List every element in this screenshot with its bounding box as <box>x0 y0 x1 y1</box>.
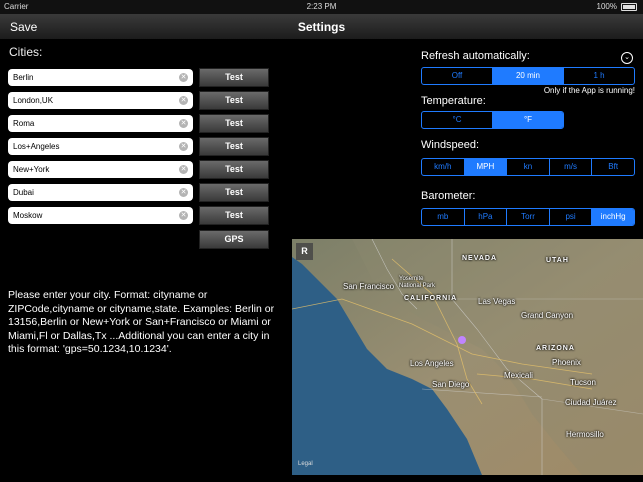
map-label-san-diego: San Diego <box>432 380 470 389</box>
city-row: Los+Angeles ✕ Test <box>8 137 270 156</box>
city-row: Roma ✕ Test <box>8 114 270 133</box>
windspeed-option[interactable]: MPH <box>464 159 508 175</box>
windspeed-option[interactable]: kn <box>507 159 550 175</box>
city-field-7[interactable]: Moskow ✕ <box>8 207 193 224</box>
location-pin[interactable] <box>458 336 466 344</box>
nav-bar: Save Settings <box>0 14 643 40</box>
clear-icon[interactable]: ✕ <box>179 96 188 105</box>
map-label-grand-canyon: Grand Canyon <box>521 311 574 320</box>
test-button-2[interactable]: Test <box>199 91 269 110</box>
city-field-4[interactable]: Los+Angeles ✕ <box>8 138 193 155</box>
clear-icon[interactable]: ✕ <box>179 119 188 128</box>
windspeed-label: Windspeed: <box>421 139 480 151</box>
city-field-5[interactable]: New+York ✕ <box>8 161 193 178</box>
help-text: Please enter your city. Format: cityname… <box>8 289 275 355</box>
map-terrain <box>292 239 643 475</box>
city-row: New+York ✕ Test <box>8 160 270 179</box>
temperature-option[interactable]: °F <box>493 112 563 128</box>
refresh-note: Only if the App is running! <box>543 86 635 95</box>
test-button-3[interactable]: Test <box>199 114 269 133</box>
clear-icon[interactable]: ✕ <box>179 142 188 151</box>
map-label-mexicali: Mexicali <box>504 371 533 380</box>
refresh-segmented-control: Off 20 min 1 h <box>421 67 635 85</box>
map-label-los-angeles: Los Angeles <box>410 359 454 368</box>
test-button-4[interactable]: Test <box>199 137 269 156</box>
map-label-phoenix: Phoenix <box>552 358 581 367</box>
city-field-2[interactable]: London,UK ✕ <box>8 92 193 109</box>
map-label-utah: UTAH <box>546 257 569 264</box>
city-row: Moskow ✕ Test <box>8 206 270 225</box>
map-label-arizona: ARIZONA <box>536 345 575 352</box>
temperature-label: Temperature: <box>421 95 486 107</box>
clear-icon[interactable]: ✕ <box>179 165 188 174</box>
reload-map-button[interactable]: R <box>296 243 313 260</box>
test-button-5[interactable]: Test <box>199 160 269 179</box>
map-label-las-vegas: Las Vegas <box>478 297 516 306</box>
city-field-6[interactable]: Dubai ✕ <box>8 184 193 201</box>
test-button-7[interactable]: Test <box>199 206 269 225</box>
windspeed-segmented-control: km/h MPH kn m/s Bft <box>421 158 635 176</box>
gps-button[interactable]: GPS <box>199 230 269 249</box>
clear-icon[interactable]: ✕ <box>179 73 188 82</box>
barometer-option[interactable]: inchHg <box>592 209 634 225</box>
map-label-ciudad-juarez: Ciudad Juárez <box>565 398 617 407</box>
barometer-label: Barometer: <box>421 190 476 202</box>
map-label-nevada: NEVADA <box>462 255 498 262</box>
temperature-segmented-control: °C °F <box>421 111 564 129</box>
windspeed-option[interactable]: km/h <box>422 159 465 175</box>
windspeed-option[interactable]: m/s <box>550 159 593 175</box>
cities-label: Cities: <box>9 45 43 59</box>
barometer-segmented-control: mb hPa Torr psi inchHg <box>421 208 635 226</box>
legal-link[interactable]: Legal <box>298 461 313 467</box>
temperature-option[interactable]: °C <box>422 112 493 128</box>
refresh-option[interactable]: 20 min <box>493 68 564 84</box>
refresh-option[interactable]: Off <box>422 68 493 84</box>
map-label-tucson: Tucson <box>570 378 596 387</box>
clear-icon[interactable]: ✕ <box>179 211 188 220</box>
city-field-1[interactable]: Berlin ✕ <box>8 69 193 86</box>
status-bar: Carrier 2:23 PM 100% <box>0 0 643 14</box>
refresh-label: Refresh automatically: <box>421 50 530 62</box>
clear-icon[interactable]: ✕ <box>179 188 188 197</box>
test-button-6[interactable]: Test <box>199 183 269 202</box>
map-label-california: CALIFORNIA <box>404 295 458 302</box>
barometer-option[interactable]: Torr <box>507 209 550 225</box>
barometer-option[interactable]: mb <box>422 209 465 225</box>
city-row: Berlin ✕ Test <box>8 68 270 87</box>
city-field-3[interactable]: Roma ✕ <box>8 115 193 132</box>
barometer-option[interactable]: hPa <box>465 209 508 225</box>
map-label-hermosillo: Hermosillo <box>566 430 604 439</box>
page-title: Settings <box>297 20 346 34</box>
barometer-option[interactable]: psi <box>550 209 593 225</box>
city-row: London,UK ✕ Test <box>8 91 270 110</box>
battery-percent: 100% <box>596 2 617 11</box>
battery-icon <box>621 3 637 11</box>
chevron-down-icon[interactable]: ⌄ <box>621 52 633 64</box>
windspeed-option[interactable]: Bft <box>592 159 634 175</box>
map-view[interactable]: R NEVADA UTAH CALIFORNIA ARIZONA San Fra… <box>292 239 643 475</box>
test-button-1[interactable]: Test <box>199 68 269 87</box>
clock: 2:23 PM <box>306 2 337 11</box>
map-label-yosemite: Yosemite National Park <box>399 276 436 289</box>
map-label-san-francisco: San Francisco <box>343 282 395 291</box>
city-row: Dubai ✕ Test <box>8 183 270 202</box>
refresh-option[interactable]: 1 h <box>564 68 634 84</box>
